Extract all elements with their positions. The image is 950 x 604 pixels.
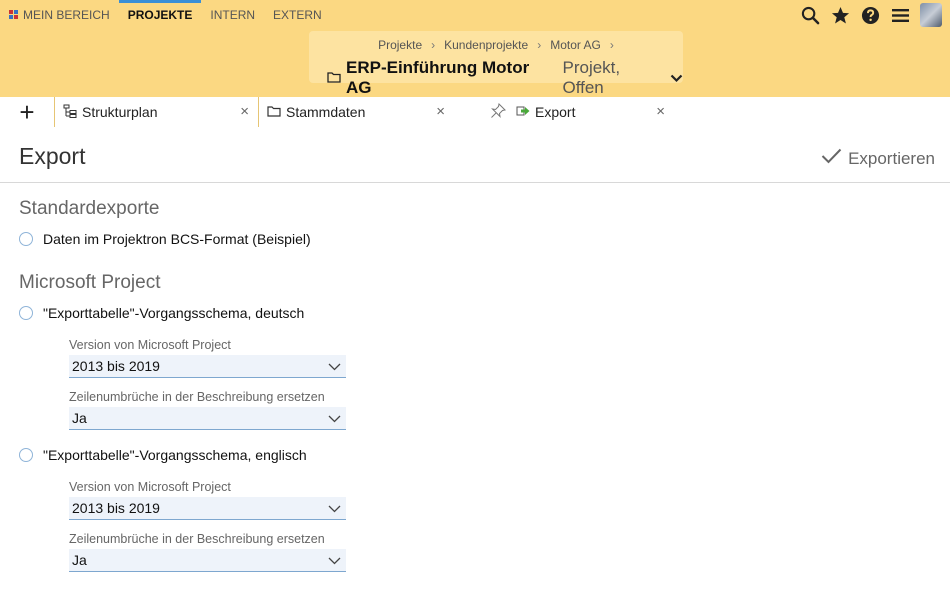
tab-notch [459,120,473,127]
radio-button[interactable] [19,232,33,246]
close-icon[interactable]: × [436,103,445,120]
select-value: 2013 bis 2019 [72,500,160,516]
chevron-down-icon [670,68,683,88]
breadcrumb-item[interactable]: Kundenprojekte [444,38,528,52]
chevron-down-icon [328,553,341,569]
tab-bar: + Strukturplan × Stammdaten × Export × [0,97,950,127]
divider [0,182,950,183]
breadcrumb: Projekte › Kundenprojekte › Motor AG › [309,38,683,52]
export-button-label: Exportieren [848,148,935,168]
close-icon[interactable]: × [656,103,665,120]
search-icon[interactable] [800,5,820,25]
tab-label: Export [535,104,576,120]
export-button[interactable]: Exportieren [821,148,935,169]
nav-projekte[interactable]: PROJEKTE [118,0,202,30]
project-header: Projekte › Kundenprojekte › Motor AG › E… [309,31,683,97]
nav-label: MEIN BEREICH [23,8,110,22]
radio-button[interactable] [19,306,33,320]
project-status: Projekt, Offen [562,58,621,97]
breadcrumb-item[interactable]: Motor AG [550,38,601,52]
avatar[interactable] [920,3,942,27]
breadcrumb-separator: › [537,38,542,52]
tab-export[interactable]: Export × [482,97,674,127]
pin-icon[interactable] [490,102,507,122]
nav-label: PROJEKTE [127,8,193,22]
nav-extern[interactable]: EXTERN [264,0,331,30]
version-select[interactable]: 2013 bis 2019 [69,497,346,520]
breadcrumb-separator: › [609,38,614,52]
folder-icon [267,104,281,120]
page-title: Export [19,143,86,169]
chevron-down-icon [328,359,341,375]
select-value: 2013 bis 2019 [72,358,160,374]
menu-icon[interactable] [890,5,910,25]
add-tab-button[interactable]: + [0,97,54,127]
help-icon[interactable] [860,5,880,25]
chevron-down-icon [328,411,341,427]
chevron-down-icon [328,501,341,517]
breadcrumb-item[interactable]: Projekte [378,38,422,52]
star-icon[interactable] [830,5,850,25]
nav-mein-bereich[interactable]: MEIN BEREICH [0,0,119,30]
radio-option-englisch[interactable]: "Exporttabelle"-Vorgangsschema, englisch [19,447,307,463]
top-bar: MEIN BEREICH PROJEKTE INTERN EXTERN Proj… [0,0,950,97]
field-label-version: Version von Microsoft Project [69,338,231,352]
close-icon[interactable]: × [240,103,249,120]
top-icons [800,0,942,30]
tab-strukturplan[interactable]: Strukturplan × [54,97,258,127]
nav-label: EXTERN [273,8,322,22]
linebreak-select[interactable]: Ja [69,549,346,572]
field-label-version: Version von Microsoft Project [69,480,231,494]
grid-icon [9,10,18,20]
version-select[interactable]: 2013 bis 2019 [69,355,346,378]
field-label-linebreaks: Zeilenumbrüche in der Beschreibung erset… [69,532,325,546]
check-icon [821,148,842,169]
nav-intern[interactable]: INTERN [201,0,264,30]
select-value: Ja [72,410,87,426]
field-label-linebreaks: Zeilenumbrüche in der Beschreibung erset… [69,390,325,404]
tab-stammdaten[interactable]: Stammdaten × [258,97,454,127]
select-value: Ja [72,552,87,568]
project-title[interactable]: ERP-Einführung Motor AG Projekt, Offen [327,58,683,98]
radio-button[interactable] [19,448,33,462]
linebreak-select[interactable]: Ja [69,407,346,430]
tab-label: Stammdaten [286,104,366,120]
tab-label: Strukturplan [82,104,158,120]
radio-label: "Exporttabelle"-Vorgangsschema, englisch [43,447,307,463]
section-title-standardexporte: Standardexporte [19,198,160,219]
project-name: ERP-Einführung Motor AG [346,58,530,97]
nav-label: INTERN [210,8,256,22]
radio-option-deutsch[interactable]: "Exporttabelle"-Vorgangsschema, deutsch [19,305,304,321]
breadcrumb-separator: › [431,38,436,52]
radio-label: Daten im Projektron BCS-Format (Beispiel… [43,231,311,247]
section-title-msproject: Microsoft Project [19,272,161,293]
radio-option-bcs[interactable]: Daten im Projektron BCS-Format (Beispiel… [19,231,311,247]
main-nav: MEIN BEREICH PROJEKTE INTERN EXTERN [0,0,331,30]
export-icon [516,104,530,120]
radio-label: "Exporttabelle"-Vorgangsschema, deutsch [43,305,305,321]
tree-icon [63,104,77,121]
folder-icon [327,68,341,88]
